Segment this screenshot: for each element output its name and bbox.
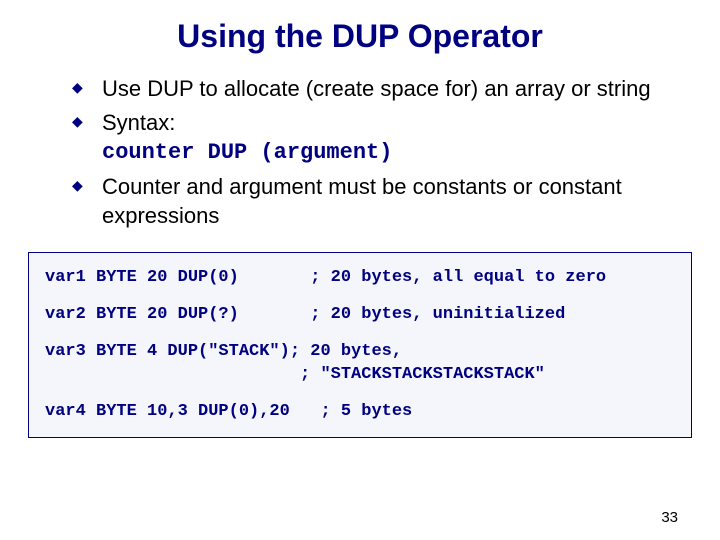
bullet-item: Use DUP to allocate (create space for) a… — [72, 75, 660, 103]
bullet-item: Counter and argument must be constants o… — [72, 173, 660, 229]
bullet-item: Syntax: counter DUP (argument) — [72, 109, 660, 167]
syntax-code: counter DUP (argument) — [102, 140, 392, 165]
code-line: var1 BYTE 20 DUP(0) ; 20 bytes, all equa… — [45, 267, 675, 290]
page-number: 33 — [661, 509, 678, 526]
bullet-text: Counter and argument must be constants o… — [102, 174, 622, 227]
code-line: var2 BYTE 20 DUP(?) ; 20 bytes, uninitia… — [45, 304, 675, 327]
slide-title: Using the DUP Operator — [0, 0, 720, 61]
code-example-box: var1 BYTE 20 DUP(0) ; 20 bytes, all equa… — [28, 252, 692, 439]
bullet-list: Use DUP to allocate (create space for) a… — [0, 61, 720, 246]
code-line: var4 BYTE 10,3 DUP(0),20 ; 5 bytes — [45, 401, 675, 424]
bullet-text: Use DUP to allocate (create space for) a… — [102, 76, 651, 101]
code-line: var3 BYTE 4 DUP("STACK"); 20 bytes, ; "S… — [45, 341, 675, 387]
bullet-text: Syntax: — [102, 110, 175, 135]
